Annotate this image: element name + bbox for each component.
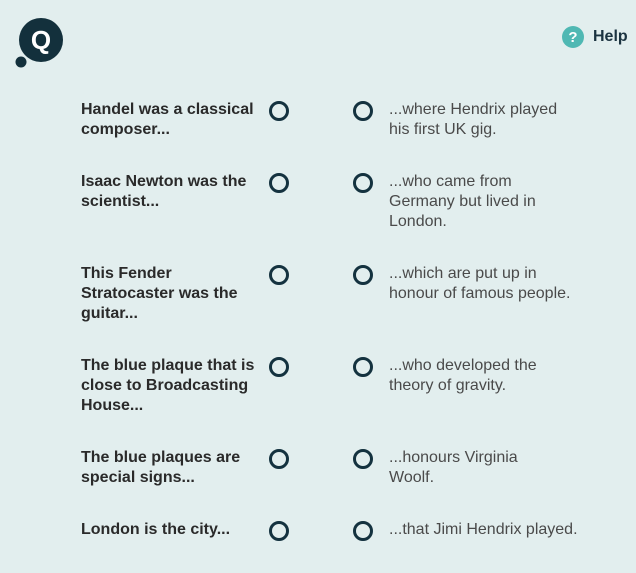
prompt-radio[interactable] [269,357,289,377]
prompt-text: Isaac Newton was the scientist... [81,173,247,210]
prompt-radio[interactable] [269,449,289,469]
answer-radio[interactable] [353,265,373,285]
answer-text: ...who developed the theory of gravity. [389,357,537,394]
answer-text: ...honours Virginia Woolf. [389,449,518,486]
prompt-radio[interactable] [269,521,289,541]
prompt-radio[interactable] [269,173,289,193]
answer-text: ...who came from Germany but lived in Lo… [389,173,536,230]
prompt-text: The blue plaques are special signs... [81,449,241,486]
prompt-radio[interactable] [269,101,289,121]
answer-text: ...where Hendrix played his first UK gig… [389,101,558,138]
prompt-radio[interactable] [269,265,289,285]
help-label: Help [593,28,628,45]
logo-letter: Q [31,25,51,55]
question-mark-icon: ? [562,26,584,48]
answer-radio[interactable] [353,521,373,541]
prompt-text: The blue plaque that is close to Broadca… [81,357,255,414]
prompt-text: Handel was a classical composer... [81,101,254,138]
answer-radio[interactable] [353,357,373,377]
quiz-logo-icon: Q [15,18,63,68]
answer-radio[interactable] [353,101,373,121]
answer-text: ...that Jimi Hendrix played. [389,521,578,538]
prompt-text: London is the city... [81,521,231,538]
help-button[interactable]: ? Help [562,26,628,48]
prompt-text: This Fender Stratocaster was the guitar.… [81,265,238,322]
answer-text: ...which are put up in honour of famous … [389,265,571,302]
answer-radio[interactable] [353,449,373,469]
answer-radio[interactable] [353,173,373,193]
